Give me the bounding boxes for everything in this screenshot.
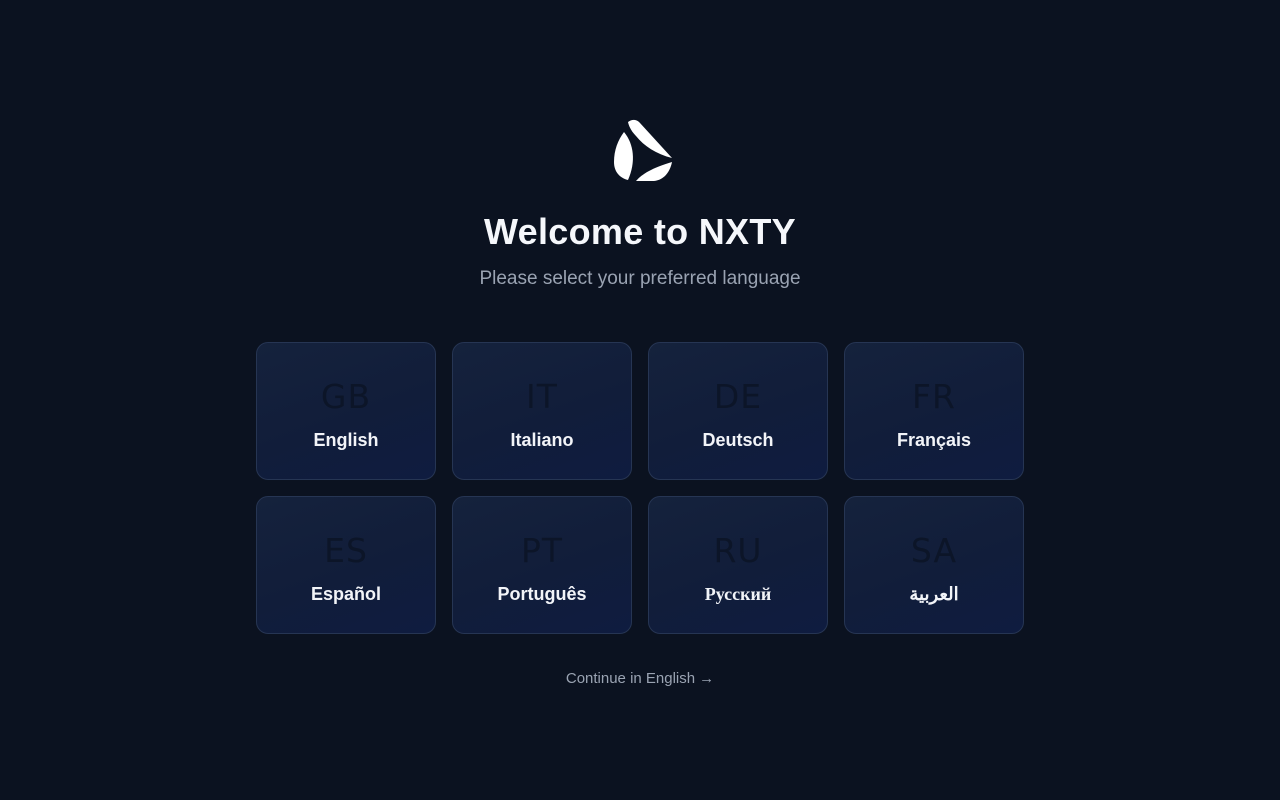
language-label: Italiano	[510, 430, 574, 450]
nxty-logo-icon	[614, 119, 672, 181]
language-card-italiano[interactable]: IT Italiano	[452, 342, 632, 480]
language-label: English	[313, 430, 379, 450]
language-label: Français	[896, 430, 972, 450]
language-card-russian[interactable]: RU Русский	[648, 496, 828, 634]
language-label: Español	[310, 584, 381, 604]
page-subtitle: Please select your preferred language	[479, 268, 801, 289]
language-label: Русский	[704, 584, 772, 604]
language-grid: GB English IT Italiano DE Deutsch FR Fra…	[256, 342, 1024, 634]
flag-code-icon: PT	[520, 531, 564, 570]
continue-label: Continue in English	[565, 670, 696, 687]
flag-code-icon: FR	[912, 377, 956, 416]
language-card-english[interactable]: GB English	[256, 342, 436, 480]
language-label: Português	[497, 584, 587, 604]
language-label: Deutsch	[702, 430, 774, 450]
language-card-francais[interactable]: FR Français	[844, 342, 1024, 480]
page-title: Welcome to NXTY	[484, 211, 796, 252]
language-card-espanol[interactable]: ES Español	[256, 496, 436, 634]
flag-code-icon: GB	[320, 377, 372, 416]
language-card-portugues[interactable]: PT Português	[452, 496, 632, 634]
flag-code-icon: SA	[910, 531, 958, 570]
flag-code-icon: IT	[526, 377, 558, 416]
language-select-screen: Welcome to NXTY Please select your prefe…	[0, 0, 1280, 800]
language-card-arabic[interactable]: SA العربية	[844, 496, 1024, 634]
continue-row: Continue in English →	[0, 670, 1280, 687]
language-label: العربية	[909, 584, 959, 604]
language-card-deutsch[interactable]: DE Deutsch	[648, 342, 828, 480]
flag-code-icon: ES	[324, 531, 368, 570]
continue-link[interactable]: Continue in English →	[566, 670, 714, 687]
flag-code-icon: RU	[713, 531, 763, 570]
flag-code-icon: DE	[713, 377, 763, 416]
arrow-right-icon: →	[699, 670, 715, 687]
